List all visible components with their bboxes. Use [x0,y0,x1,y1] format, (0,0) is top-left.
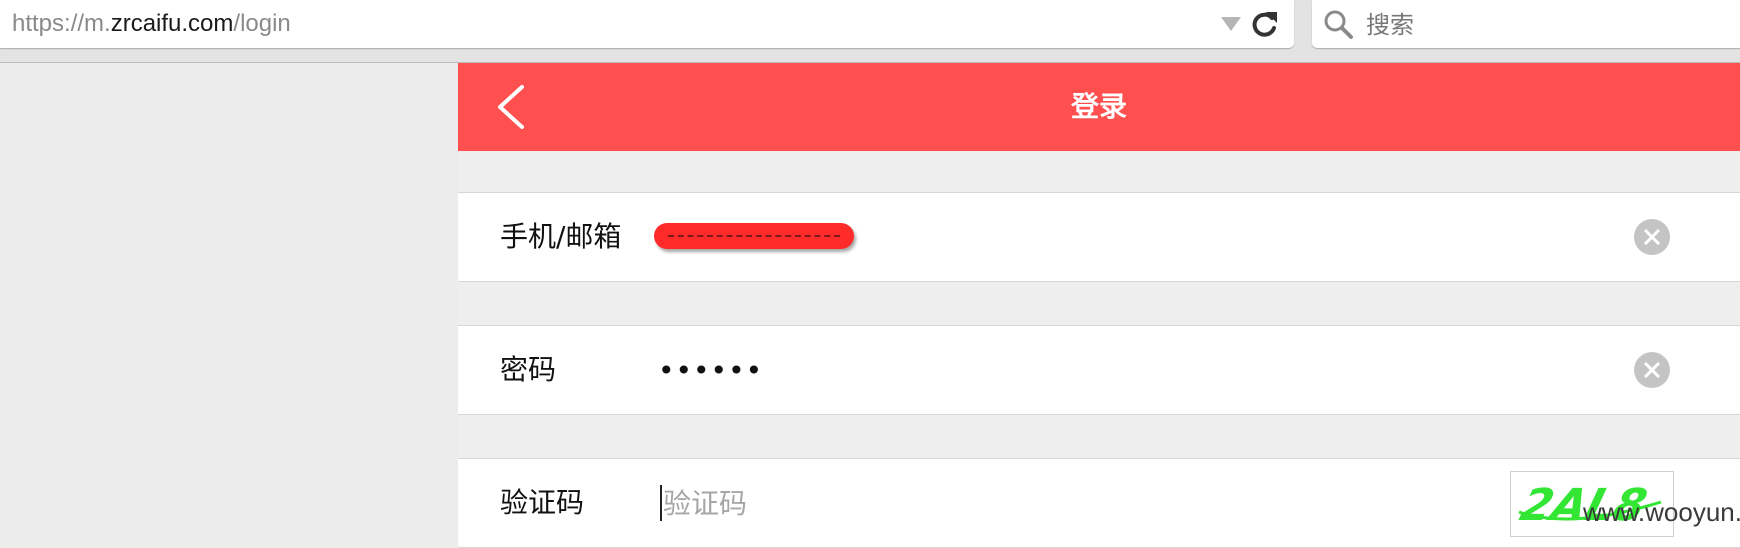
browser-toolbar: https://m.zrcaifu.com/login [0,0,1740,63]
captcha-input[interactable] [663,481,1563,525]
watermark: www.wooyun.org [1583,497,1740,527]
password-field[interactable] [658,348,1558,392]
search-input[interactable] [1364,6,1728,44]
captcha-label: 验证码 [500,486,585,519]
close-circle-icon[interactable] [1634,352,1670,388]
dropdown-icon[interactable] [1221,17,1241,31]
address-bar[interactable]: https://m.zrcaifu.com/login [0,0,1294,48]
page-header: 登录 [458,63,1740,151]
password-row: 密码 [458,325,1740,415]
reload-icon[interactable] [1250,9,1280,39]
chevron-left-icon[interactable] [488,81,540,133]
account-label: 手机/邮箱 [500,220,622,253]
password-label: 密码 [500,353,557,386]
search-icon [1324,10,1353,39]
page-title: 登录 [1070,90,1127,123]
url-host: zrcaifu.com [110,10,234,37]
close-circle-icon[interactable] [1634,219,1670,255]
search-bar[interactable] [1312,0,1740,48]
login-page: 登录 手机/邮箱 密码 验证码 2AL8 www.wooyun.org [458,63,1740,548]
url-path: /login [233,10,291,37]
url-prefix: https://m. [12,10,111,37]
account-row: 手机/邮箱 [458,192,1740,282]
url-text[interactable]: https://m.zrcaifu.com/login [12,10,291,38]
redacted-account-value[interactable] [654,223,854,249]
text-caret [660,485,662,521]
captcha-row: 验证码 2AL8 [458,458,1740,548]
